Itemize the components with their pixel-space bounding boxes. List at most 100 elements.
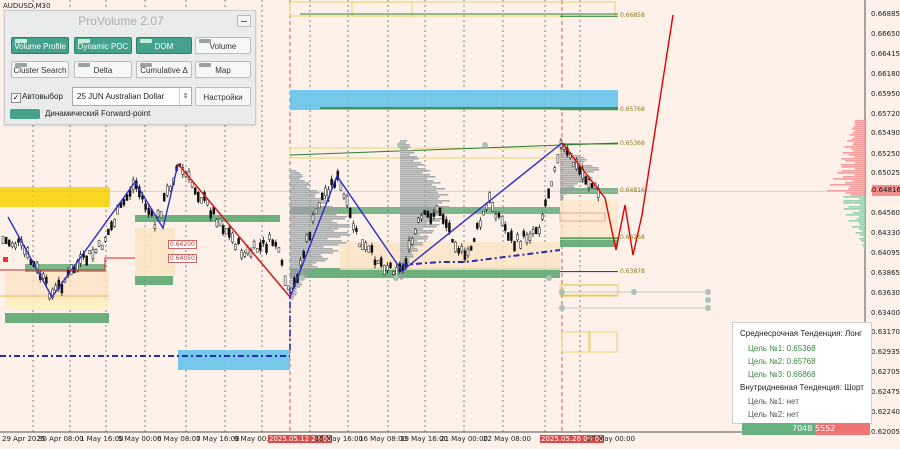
profile-bar	[400, 206, 450, 208]
auto-select-checkbox[interactable]: ✓	[11, 93, 21, 103]
profile-bar	[400, 236, 429, 238]
candle-body	[252, 240, 256, 248]
settings-label: Настройки	[203, 93, 243, 102]
profile-bar	[290, 226, 351, 228]
panel-button-volume-profile[interactable]: Volume Profile	[11, 37, 69, 54]
panel-button-volume[interactable]: Volume	[195, 37, 251, 54]
panel-button-map[interactable]: Map	[195, 61, 251, 78]
instrument-select[interactable]: 25 JUN Australian Dollar ⇕	[72, 87, 192, 106]
dom-bar	[859, 198, 865, 200]
candle-body	[231, 232, 234, 243]
profile-bar	[290, 260, 326, 262]
panel-button-dom[interactable]: DOM	[136, 37, 192, 54]
price-tick-label: 0.65490	[871, 129, 900, 138]
candle-body	[407, 240, 411, 250]
panel-button-dynamic-poc[interactable]: Dynamic POC	[74, 37, 132, 54]
current-price-badge: 0.64816	[872, 185, 900, 196]
profile-bar	[290, 172, 301, 174]
dom-bar	[850, 194, 865, 196]
green-zone	[5, 313, 109, 323]
price-tick-label: 0.62705	[871, 368, 900, 377]
time-tick: 5 May 00:00	[118, 435, 162, 443]
minimize-button[interactable]	[237, 15, 251, 27]
candle-body	[476, 223, 479, 229]
dom-bar	[859, 238, 865, 240]
panel-button-delta[interactable]: Delta	[74, 61, 132, 78]
dom-bar	[849, 134, 865, 136]
candle-body	[113, 219, 116, 228]
profile-bar	[400, 194, 449, 196]
profile-bar	[400, 188, 446, 190]
chevron-updown-icon[interactable]: ⇕	[179, 88, 191, 105]
dom-bar	[833, 178, 865, 180]
profile-bar	[400, 148, 408, 150]
candle-body	[547, 188, 550, 199]
profile-bar	[400, 256, 414, 258]
candle-body	[590, 183, 594, 189]
outline-zone	[559, 284, 619, 296]
candle-body	[7, 239, 11, 247]
candle-body	[94, 249, 98, 254]
outline-zone	[589, 331, 618, 353]
dom-bar	[845, 214, 865, 216]
candle-body	[280, 260, 284, 266]
candle-body	[435, 205, 439, 212]
button-indicator	[78, 39, 90, 43]
candle-body	[528, 233, 532, 241]
dom-bar	[829, 184, 865, 186]
candle-body	[417, 217, 420, 223]
dom-bar	[852, 132, 865, 134]
panel-button-cluster-search[interactable]: Cluster Search	[11, 61, 69, 78]
profile-bar	[290, 204, 319, 206]
intraday-target-1: Цель №1: нет	[748, 397, 799, 406]
time-tick: 6 May 08:00	[157, 435, 201, 443]
profile-bar	[290, 228, 339, 230]
price-tick-label: 0.66180	[871, 70, 900, 79]
price-level-label: 0.64816	[620, 187, 645, 195]
blue-zone	[178, 350, 290, 370]
left-level-label: 0.64200	[168, 240, 197, 249]
intraday-target-2: Цель №2: нет	[748, 410, 799, 419]
candle-body	[379, 257, 383, 267]
profile-bar	[400, 174, 430, 176]
candle-body	[14, 243, 17, 249]
candle-body	[414, 228, 417, 235]
candle-body	[144, 203, 147, 210]
price-tick-label: 0.62005	[871, 428, 900, 436]
provolume-panel: ProVolume 2.07 Volume Profile Dynamic POC…	[4, 10, 256, 125]
marker-dot	[393, 275, 399, 281]
candle-body	[159, 211, 163, 219]
profile-bar	[290, 188, 310, 190]
profile-bar	[290, 230, 334, 232]
candle-body	[519, 241, 522, 249]
dom-bar	[843, 202, 865, 204]
profile-bar	[290, 210, 337, 212]
profile-bar	[290, 186, 307, 188]
profile-bar	[290, 194, 316, 196]
dom-bar	[863, 246, 865, 248]
dom-bar	[848, 154, 865, 156]
profile-bar	[400, 192, 438, 194]
candle-body	[355, 228, 358, 232]
candle-body	[321, 192, 324, 200]
profile-bar	[290, 252, 334, 254]
profile-bar	[290, 196, 315, 198]
button-label: Cumulative Δ	[140, 66, 188, 75]
candle-body	[454, 241, 457, 253]
candle-body	[97, 240, 101, 247]
candle-body	[503, 224, 507, 231]
settings-button[interactable]: Настройки	[195, 87, 251, 106]
candle-body	[209, 210, 212, 219]
profile-bar	[400, 272, 405, 274]
forward-point-toggle[interactable]	[10, 109, 40, 119]
dom-histogram	[827, 120, 865, 250]
time-tick-label: 5 May 00:00	[118, 435, 162, 443]
profile-bar	[290, 242, 347, 244]
profile-bar	[400, 226, 437, 228]
time-tick-label: 21 May 00:00	[440, 435, 489, 443]
panel-button-cumulative[interactable]: Cumulative Δ	[136, 61, 192, 78]
dom-bar	[854, 174, 865, 176]
price-tick-label: 0.62475	[871, 387, 900, 396]
candle-body	[389, 262, 392, 268]
profile-bar	[400, 276, 404, 278]
